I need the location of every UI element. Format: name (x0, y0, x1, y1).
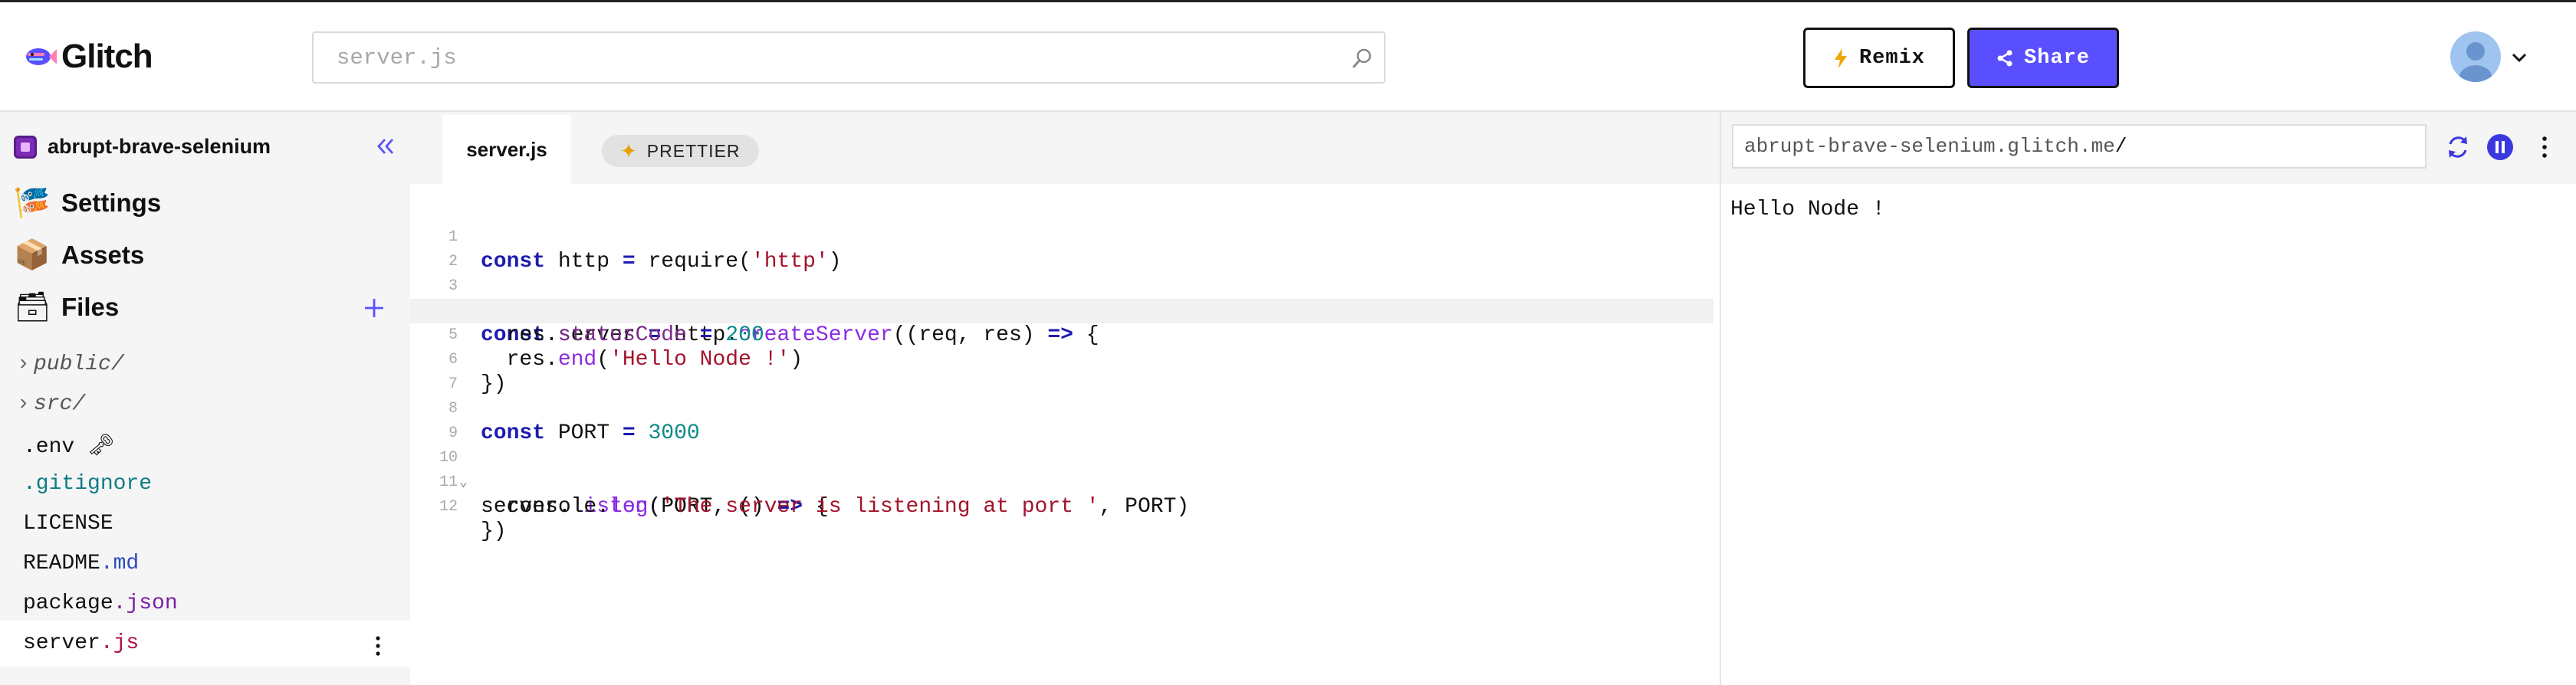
file-tree-item-gitignore[interactable]: .gitignore (23, 472, 152, 496)
code-line: 10 ⌄ server.listen(PORT, () => { (410, 421, 1714, 519)
glitch-fish-icon (26, 48, 57, 65)
remix-button[interactable]: Remix (1803, 28, 1955, 88)
file-tree-item-server-js[interactable]: server.js (23, 631, 139, 655)
preview-url-field[interactable]: abrupt-brave-selenium.glitch.me / (1732, 124, 2426, 169)
search-icon[interactable] (1350, 46, 1375, 70)
lightning-icon (1834, 48, 1847, 68)
file-base: server (23, 631, 100, 655)
code-line: 8 const PORT = 3000 (410, 372, 1714, 445)
search-input[interactable] (337, 33, 1333, 82)
project-name: abrupt-brave-selenium (48, 135, 271, 158)
project-icon (14, 135, 37, 159)
preview-pane[interactable]: Hello Node ! (1721, 184, 2576, 685)
sidebar-item-label: Assets (61, 241, 145, 269)
share-label: Share (2023, 46, 2090, 70)
code-line: 11 console.log('The server is listening … (410, 446, 1714, 519)
sidebar-item-files[interactable]: 🗃 Files (14, 290, 119, 325)
file-tree-item-package-json[interactable]: package.json (23, 592, 178, 615)
code-line: 12 }) (410, 470, 1714, 543)
folder-name: public/ (34, 352, 124, 376)
logo-text: Glitch (61, 38, 153, 75)
editor-tab-bar: server.js ✦ PRETTIER (410, 112, 1720, 184)
chevron-right-icon: › (17, 392, 30, 416)
file-ext: .js (100, 631, 140, 655)
url-path: / (2114, 135, 2128, 158)
file-tree-item-readme[interactable]: README.md (23, 552, 139, 575)
code-line: 9 (410, 397, 1714, 442)
file-tree-folder-public[interactable]: › public/ (17, 352, 124, 376)
sidebar-item-settings[interactable]: 🎏 Settings (14, 185, 161, 221)
collapse-sidebar-icon[interactable] (374, 135, 397, 158)
search-box[interactable] (312, 31, 1385, 84)
sidebar: abrupt-brave-selenium 🎏 Settings 📦 Asset… (0, 112, 410, 685)
prettier-button[interactable]: ✦ PRETTIER (602, 135, 759, 167)
code-text: console.log('The server is listening at … (481, 495, 1190, 519)
code-line: 7 (410, 348, 1714, 393)
app-header: Glitch Remix Share (0, 0, 2576, 112)
project-title[interactable]: abrupt-brave-selenium (14, 135, 271, 159)
share-icon (1997, 50, 2013, 66)
code-editor[interactable]: 1 const http = require('http') 2 3 ⌄ con… (410, 184, 1720, 685)
refresh-icon[interactable] (2444, 133, 2472, 161)
chevron-down-icon[interactable] (2509, 47, 2530, 68)
prettier-label: PRETTIER (646, 140, 741, 161)
line-number: 12 (439, 498, 458, 516)
glitch-logo[interactable]: Glitch (23, 38, 153, 76)
file-name: .env (23, 435, 75, 459)
code-line: 6 }) (410, 323, 1714, 396)
url-host: abrupt-brave-selenium.glitch.me (1744, 135, 2115, 158)
folder-name: src/ (34, 392, 86, 416)
files-cabinet-icon: 🗃 (14, 291, 51, 323)
add-file-icon[interactable] (362, 296, 386, 320)
key-icon: 🗝 (87, 435, 115, 459)
pause-icon[interactable] (2486, 133, 2514, 161)
assets-box-icon: 📦 (14, 239, 51, 271)
avatar[interactable] (2450, 31, 2501, 82)
sidebar-item-label: Files (61, 293, 120, 321)
sidebar-item-label: Settings (61, 188, 162, 217)
code-line-highlighted: 5 res.end('Hello Node !') (410, 299, 1714, 372)
share-button[interactable]: Share (1967, 28, 2119, 88)
preview-toolbar: abrupt-brave-selenium.glitch.me / (1721, 112, 2576, 184)
code-line: 1 const http = require('http') (410, 201, 1714, 274)
code-line: 2 (410, 225, 1714, 270)
file-name: .gitignore (23, 472, 153, 496)
settings-icon: 🎏 (14, 187, 51, 219)
code-line: 3 ⌄ const server = http.createServer((re… (410, 250, 1714, 347)
file-ext: .json (113, 592, 178, 615)
file-name: LICENSE (23, 512, 113, 536)
user-avatar-icon (2459, 42, 2492, 82)
preview-output: Hello Node ! (1730, 198, 1885, 221)
file-options-icon[interactable] (373, 634, 383, 657)
sparkle-icon: ✦ (620, 139, 638, 162)
file-base: package (23, 592, 113, 615)
file-tree-item-env[interactable]: .env 🗝 (23, 432, 115, 459)
file-ext: .md (100, 552, 140, 575)
code-text: }) (481, 519, 507, 543)
file-base: README (23, 552, 100, 575)
file-tree-item-license[interactable]: LICENSE (23, 512, 113, 536)
chevron-right-icon: › (17, 352, 30, 376)
code-line: 4 res.statusCode = 200 (410, 274, 1714, 347)
sidebar-item-assets[interactable]: 📦 Assets (14, 238, 144, 273)
more-options-icon[interactable] (2540, 133, 2549, 161)
remix-label: Remix (1858, 46, 1925, 70)
tab-server-js[interactable]: server.js (442, 115, 571, 184)
file-tree-folder-src[interactable]: › src/ (17, 392, 85, 416)
